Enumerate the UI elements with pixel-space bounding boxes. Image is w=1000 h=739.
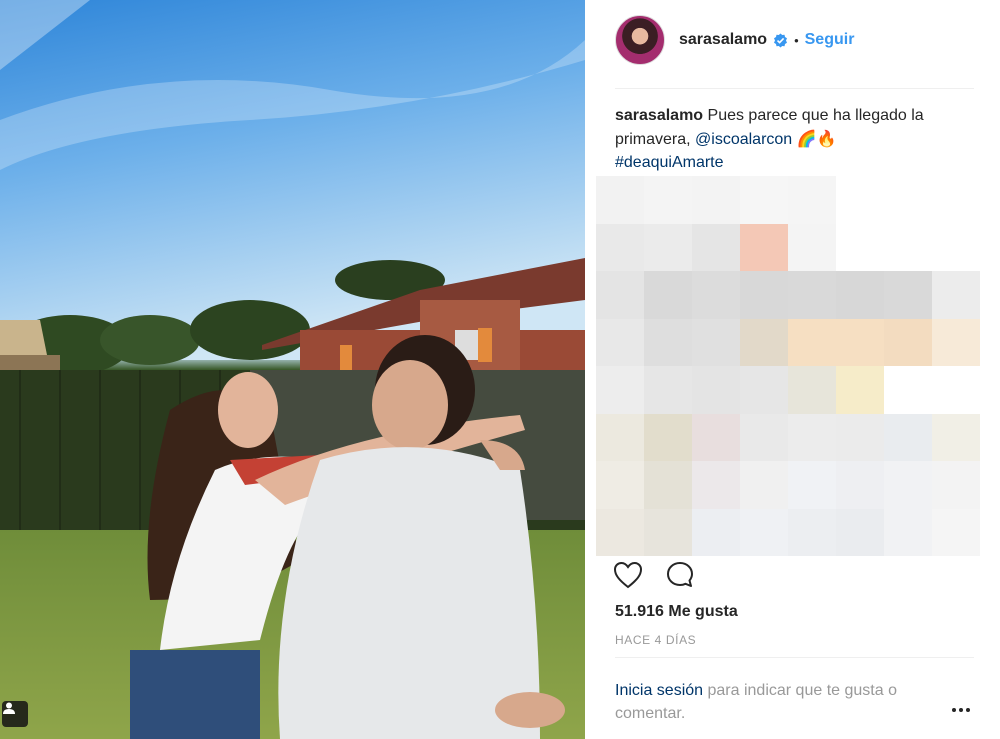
post-side-panel: sarasalamo • Seguir sarasalamo Pues pare…: [585, 0, 1000, 739]
login-prompt: Inicia sesión para indicar que te gusta …: [615, 679, 955, 725]
comment-icon[interactable]: [665, 560, 695, 590]
post-actions: [613, 560, 695, 590]
photo-scene: [0, 0, 585, 739]
post-caption: sarasalamo Pues parece que ha llegado la…: [615, 104, 975, 174]
caption-mention-link[interactable]: @iscoalarcon: [695, 131, 792, 148]
verified-badge-icon: [773, 33, 788, 48]
post-timestamp[interactable]: HACE 4 DÍAS: [615, 633, 696, 647]
footer-divider: [615, 657, 974, 658]
likes-count[interactable]: 51.916 Me gusta: [615, 603, 738, 621]
login-link[interactable]: Inicia sesión: [615, 682, 703, 699]
caption-emojis: 🌈🔥: [796, 129, 837, 148]
user-tag-icon[interactable]: [2, 701, 28, 727]
follow-button[interactable]: Seguir: [805, 31, 855, 49]
blurred-comments: [596, 176, 980, 556]
caption-username[interactable]: sarasalamo: [615, 107, 703, 124]
heart-icon[interactable]: [613, 560, 643, 590]
header-divider: [615, 88, 974, 89]
post-header: sarasalamo • Seguir: [615, 14, 854, 66]
more-options-icon[interactable]: [949, 700, 973, 720]
avatar[interactable]: [615, 15, 665, 65]
post-photo[interactable]: [0, 0, 585, 739]
username-link[interactable]: sarasalamo: [679, 31, 767, 49]
separator-dot: •: [794, 32, 799, 48]
caption-hashtag-link[interactable]: #deaquiAmarte: [615, 154, 724, 171]
